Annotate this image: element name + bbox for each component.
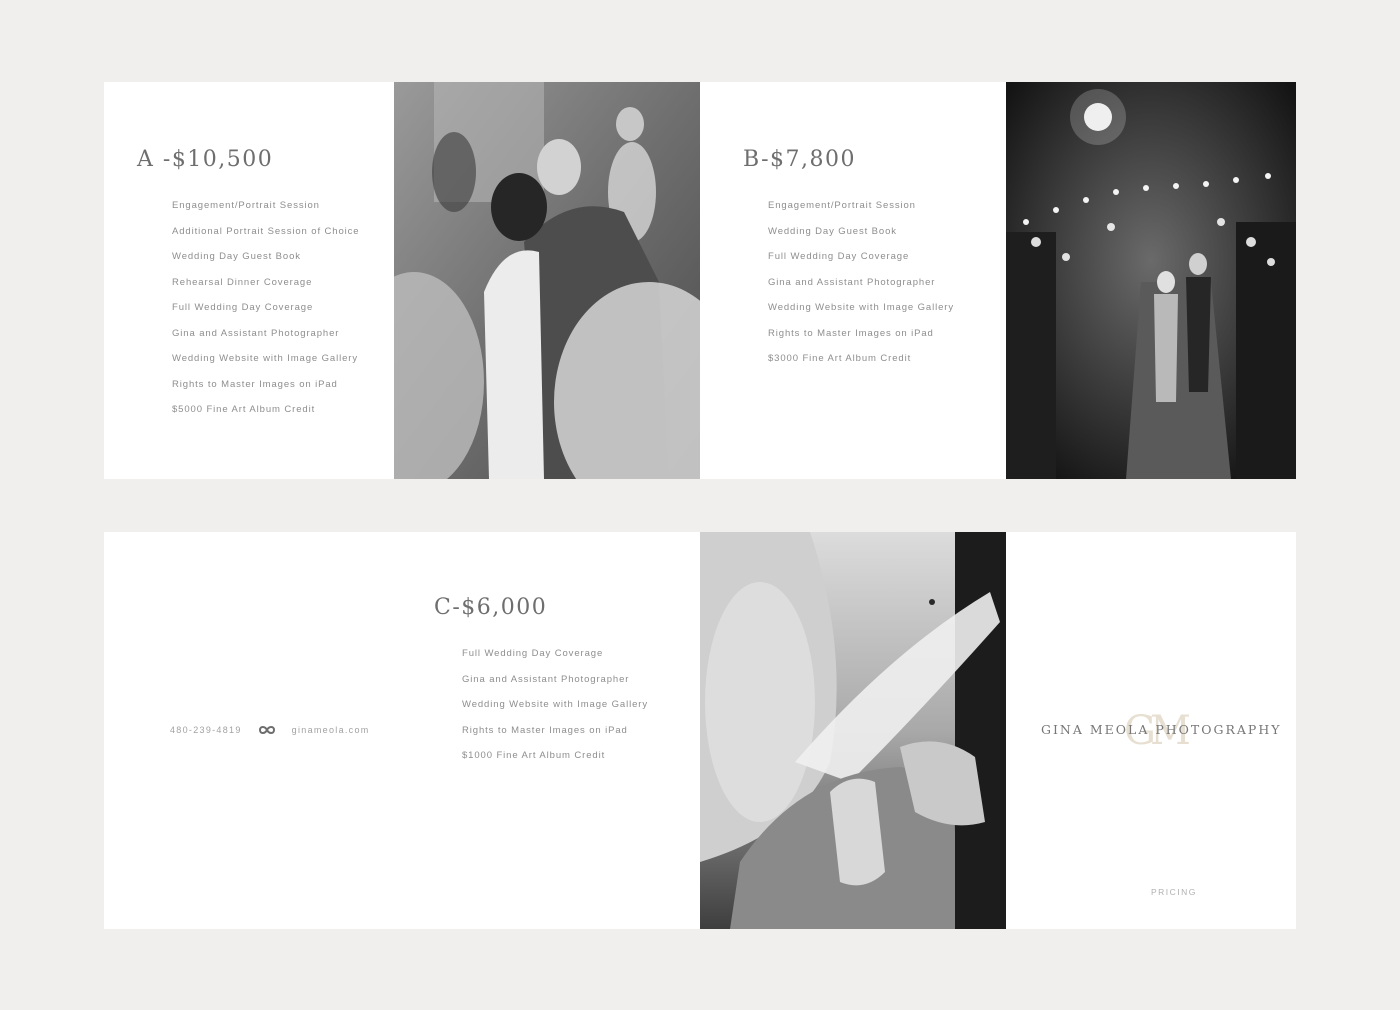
list-item: Wedding Day Guest Book: [172, 251, 301, 262]
list-item: Full Wedding Day Coverage: [172, 302, 314, 313]
package-c-list: Full Wedding Day Coverage Gina and Assis…: [462, 648, 648, 776]
sparkler-exit-photo: [1006, 82, 1296, 479]
package-a-price: A -$10,500: [137, 147, 274, 172]
list-item: Full Wedding Day Coverage: [768, 251, 910, 262]
list-item: Wedding Website with Image Gallery: [462, 699, 649, 710]
list-item: Rehearsal Dinner Coverage: [172, 276, 313, 288]
first-dance-photo: [394, 82, 700, 479]
list-item: Engagement/Portrait Session: [172, 200, 320, 211]
brand-name: GINA MEOLA PHOTOGRAPHY: [1041, 722, 1282, 737]
list-item: Wedding Day Guest Book: [768, 225, 897, 237]
phone-number: 480-239-4819: [170, 725, 242, 735]
list-item: Engagement/Portrait Session: [768, 200, 916, 211]
list-item: $5000 Fine Art Album Credit: [172, 404, 316, 415]
package-a-list: Engagement/Portrait Session Additional P…: [172, 200, 360, 430]
list-item: Gina and Assistant Photographer: [462, 673, 630, 685]
infinity-loop-icon: [258, 724, 276, 736]
list-item: Rights to Master Images on iPad: [462, 724, 628, 736]
list-item: Rights to Master Images on iPad: [768, 327, 934, 339]
list-item: Gina and Assistant Photographer: [172, 327, 340, 339]
section-label: PRICING: [1151, 887, 1197, 897]
list-item: Rights to Master Images on iPad: [172, 378, 338, 390]
list-item: Wedding Website with Image Gallery: [172, 353, 359, 364]
website-url: ginameola.com: [291, 725, 370, 735]
list-item: $1000 Fine Art Album Credit: [462, 750, 606, 761]
package-c-price: C-$6,000: [434, 595, 548, 620]
list-item: Additional Portrait Session of Choice: [172, 225, 360, 237]
spread-bottom: 480-239-4819 ginameola.com C-$6,000 Full…: [104, 532, 1296, 929]
package-b-list: Engagement/Portrait Session Wedding Day …: [768, 200, 954, 379]
spread-top: A -$10,500 Engagement/Portrait Session A…: [104, 82, 1296, 479]
list-item: Full Wedding Day Coverage: [462, 648, 604, 659]
package-b-price: B-$7,800: [743, 147, 856, 172]
wedding-dress-photo: [700, 532, 1006, 929]
list-item: $3000 Fine Art Album Credit: [768, 353, 912, 364]
list-item: Wedding Website with Image Gallery: [768, 302, 955, 313]
contact-line: 480-239-4819 ginameola.com: [170, 724, 370, 736]
list-item: Gina and Assistant Photographer: [768, 276, 936, 288]
